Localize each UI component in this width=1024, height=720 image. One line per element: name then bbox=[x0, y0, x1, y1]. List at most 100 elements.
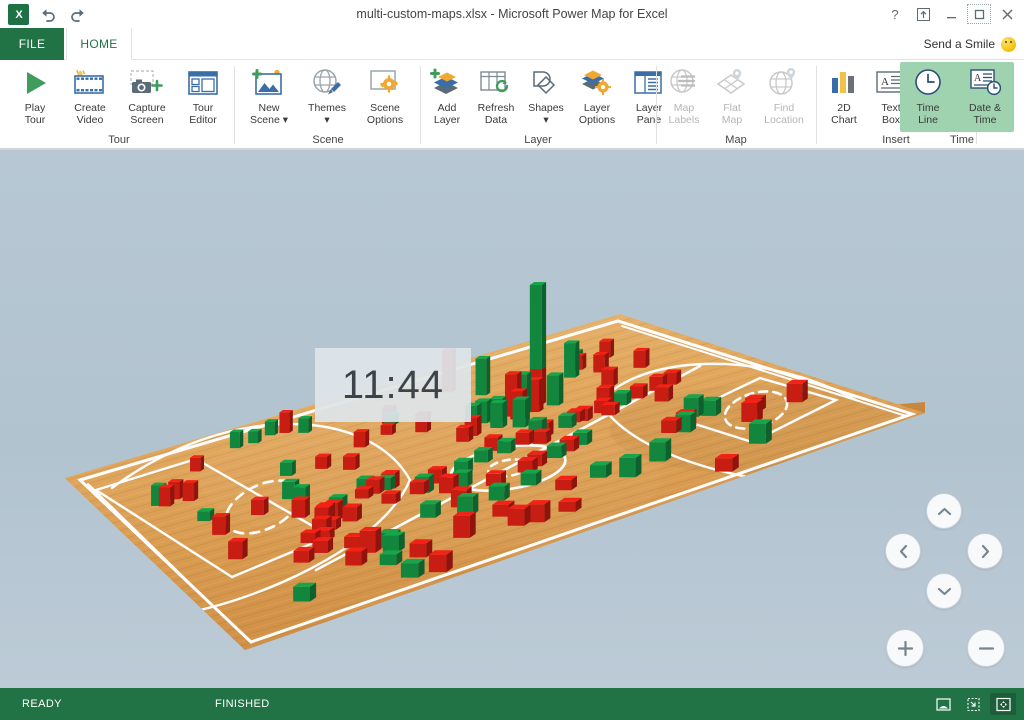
column-marker[interactable] bbox=[520, 469, 542, 486]
column-marker[interactable] bbox=[312, 537, 334, 553]
column-marker[interactable] bbox=[382, 531, 405, 552]
scene-options-button[interactable]: Scene Options bbox=[356, 62, 414, 132]
column-marker[interactable] bbox=[474, 447, 493, 463]
column-marker[interactable] bbox=[345, 547, 368, 566]
date-and-time-button[interactable]: A Date & Time bbox=[956, 62, 1014, 132]
column-marker[interactable] bbox=[409, 478, 429, 495]
column-marker[interactable] bbox=[457, 492, 479, 515]
help-button[interactable]: ? bbox=[882, 3, 908, 25]
2d-chart-button[interactable]: 2D Chart bbox=[820, 62, 868, 132]
column-marker[interactable] bbox=[589, 461, 612, 478]
column-marker[interactable] bbox=[264, 419, 279, 436]
column-marker[interactable] bbox=[475, 355, 491, 396]
column-marker[interactable] bbox=[532, 428, 552, 444]
column-marker[interactable] bbox=[298, 415, 312, 433]
column-marker[interactable] bbox=[527, 500, 551, 523]
column-marker[interactable] bbox=[212, 512, 231, 535]
close-button[interactable] bbox=[994, 3, 1020, 25]
nav-right-button[interactable] bbox=[967, 533, 1003, 569]
basketball-court-3d-map[interactable] bbox=[0, 150, 1024, 688]
column-marker[interactable] bbox=[507, 504, 531, 526]
column-marker[interactable] bbox=[342, 503, 362, 522]
themes-button[interactable]: Themes ▾ bbox=[298, 62, 356, 132]
nav-down-button[interactable] bbox=[926, 573, 962, 609]
new-scene-button[interactable]: New Scene ▾ bbox=[240, 62, 298, 132]
tour-editor-button[interactable]: Tour Editor bbox=[176, 62, 230, 132]
tab-file[interactable]: FILE bbox=[0, 28, 64, 60]
column-marker[interactable] bbox=[380, 422, 396, 435]
refresh-data-button[interactable]: Refresh Data bbox=[470, 62, 522, 132]
status-view-fit[interactable] bbox=[990, 693, 1016, 715]
column-marker[interactable] bbox=[488, 482, 510, 501]
column-marker[interactable] bbox=[714, 453, 739, 472]
column-marker[interactable] bbox=[353, 429, 370, 448]
column-marker[interactable] bbox=[512, 396, 530, 428]
nav-up-button[interactable] bbox=[926, 493, 962, 529]
redo-button[interactable] bbox=[65, 3, 89, 25]
column-marker[interactable] bbox=[601, 401, 620, 416]
column-marker[interactable] bbox=[251, 496, 269, 516]
column-marker[interactable] bbox=[456, 424, 474, 442]
nav-left-button[interactable] bbox=[885, 533, 921, 569]
capture-screen-button[interactable]: Capture Screen bbox=[118, 62, 176, 132]
minimize-button[interactable] bbox=[938, 3, 964, 25]
column-marker[interactable] bbox=[229, 429, 244, 449]
column-marker[interactable] bbox=[741, 399, 763, 422]
column-marker[interactable] bbox=[633, 347, 650, 368]
column-marker[interactable] bbox=[381, 490, 401, 504]
column-marker[interactable] bbox=[291, 496, 310, 518]
status-view-scene[interactable] bbox=[930, 693, 956, 715]
column-marker[interactable] bbox=[400, 558, 425, 578]
column-marker[interactable] bbox=[354, 486, 374, 499]
send-a-smile-button[interactable]: Send a Smile bbox=[924, 28, 1016, 60]
column-marker[interactable] bbox=[315, 453, 332, 469]
add-layer-button[interactable]: Add Layer bbox=[424, 62, 470, 132]
column-marker[interactable] bbox=[654, 384, 674, 402]
ribbon-display-options-button[interactable] bbox=[910, 3, 936, 25]
column-marker[interactable] bbox=[158, 484, 175, 507]
column-marker[interactable] bbox=[558, 412, 577, 428]
create-video-button[interactable]: Create Video bbox=[62, 62, 118, 132]
column-marker[interactable] bbox=[619, 453, 642, 478]
column-marker[interactable] bbox=[496, 437, 516, 454]
column-marker[interactable] bbox=[428, 550, 453, 573]
column-marker[interactable] bbox=[379, 550, 403, 566]
shapes-button[interactable]: Shapes ▾ bbox=[522, 62, 570, 132]
column-marker[interactable] bbox=[558, 497, 582, 512]
column-marker[interactable] bbox=[248, 428, 262, 444]
column-marker[interactable] bbox=[748, 419, 772, 444]
zoom-out-button[interactable] bbox=[967, 629, 1005, 667]
play-tour-button[interactable]: Play Tour bbox=[8, 62, 62, 132]
column-marker[interactable] bbox=[546, 372, 564, 406]
column-marker[interactable] bbox=[342, 453, 360, 470]
layer-options-button[interactable]: Layer Options bbox=[570, 62, 624, 132]
zoom-in-button[interactable] bbox=[886, 629, 924, 667]
column-marker[interactable] bbox=[280, 459, 296, 476]
column-marker[interactable] bbox=[420, 500, 441, 518]
undo-button[interactable] bbox=[36, 3, 60, 25]
column-marker[interactable] bbox=[190, 455, 205, 472]
column-marker[interactable] bbox=[564, 340, 580, 378]
column-marker[interactable] bbox=[228, 537, 248, 560]
column-marker[interactable] bbox=[453, 511, 476, 538]
column-marker[interactable] bbox=[601, 366, 618, 387]
column-marker[interactable] bbox=[515, 429, 535, 445]
status-view-layers[interactable] bbox=[960, 693, 986, 715]
column-marker[interactable] bbox=[649, 438, 672, 462]
column-marker[interactable] bbox=[490, 399, 508, 428]
time-line-button[interactable]: Time Line bbox=[900, 62, 956, 132]
map-canvas[interactable]: 11:44 bbox=[0, 150, 1024, 688]
column-marker[interactable] bbox=[629, 383, 648, 399]
tab-home[interactable]: HOME bbox=[66, 28, 132, 60]
column-marker[interactable] bbox=[279, 409, 293, 433]
column-marker[interactable] bbox=[293, 546, 315, 563]
column-marker[interactable] bbox=[293, 582, 317, 602]
column-marker[interactable] bbox=[786, 379, 808, 403]
column-marker[interactable] bbox=[555, 475, 577, 491]
column-marker[interactable] bbox=[546, 442, 567, 459]
column-marker[interactable] bbox=[661, 416, 682, 434]
column-marker[interactable] bbox=[700, 396, 722, 416]
restore-button[interactable] bbox=[966, 3, 992, 25]
column-marker[interactable] bbox=[197, 508, 215, 522]
column-marker[interactable] bbox=[182, 480, 199, 502]
